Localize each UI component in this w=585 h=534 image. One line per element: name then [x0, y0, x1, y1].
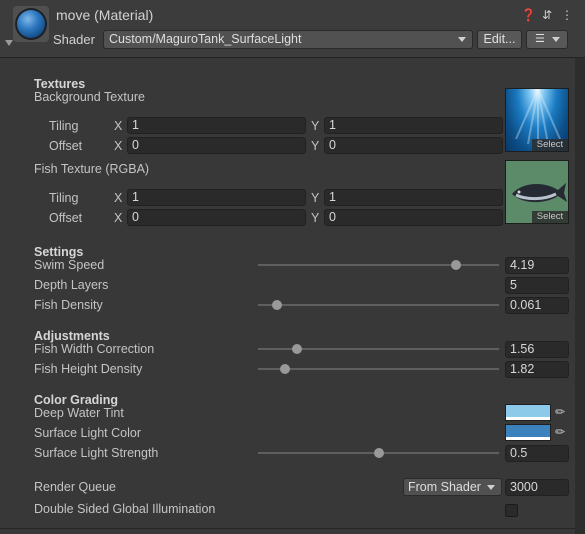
fish-density-label: Fish Density [34, 298, 103, 312]
eyedropper-icon[interactable]: ✏ [551, 404, 569, 421]
bg-tiling-y-field[interactable]: 1 [324, 117, 503, 134]
render-queue-dropdown[interactable]: From Shader [403, 478, 502, 496]
fish-height-density-field[interactable]: 1.82 [505, 361, 569, 378]
chevron-down-icon [552, 37, 560, 42]
double-sided-gi-label: Double Sided Global Illumination [34, 502, 216, 516]
deep-water-tint-color-field[interactable] [505, 404, 551, 421]
chevron-down-icon [487, 485, 495, 490]
surface-light-strength-label: Surface Light Strength [34, 446, 159, 460]
swim-speed-label: Swim Speed [34, 258, 105, 272]
fish-height-density-label: Fish Height Density [34, 362, 143, 376]
surface-light-strength-field[interactable]: 0.5 [505, 445, 569, 462]
material-preview-icon[interactable] [15, 8, 47, 40]
fish-width-correction-label: Fish Width Correction [34, 342, 155, 356]
bg-texture-select-button[interactable]: Select [532, 139, 568, 151]
bg-offset-y-field[interactable]: 0 [324, 137, 503, 154]
bg-tiling-x-field[interactable]: 1 [127, 117, 306, 134]
fish-offset-x-label: X [114, 211, 123, 225]
render-queue-field[interactable]: 3000 [505, 479, 569, 496]
shader-dropdown-value: Custom/MaguroTank_SurfaceLight [109, 32, 302, 46]
depth-layers-label: Depth Layers [34, 278, 109, 292]
list-icon: ☰ [535, 33, 545, 45]
fish-width-correction-slider-thumb[interactable] [291, 344, 302, 354]
settings-section-title: Settings [34, 245, 84, 259]
surface-light-strength-slider-thumb[interactable] [373, 448, 384, 458]
background-texture-label: Background Texture [34, 90, 145, 104]
alpha-bar [506, 417, 550, 420]
fish-width-correction-field[interactable]: 1.56 [505, 341, 569, 358]
kebab-menu-icon[interactable]: ⋮ [561, 8, 573, 22]
bg-offset-x-field[interactable]: 0 [127, 137, 306, 154]
double-sided-gi-checkbox[interactable] [505, 504, 518, 517]
fish-density-slider-thumb[interactable] [272, 300, 283, 310]
shader-label: Shader [53, 32, 95, 47]
textures-section-title: Textures [34, 77, 86, 91]
bg-tiling-y-label: Y [311, 119, 320, 133]
chevron-down-icon [458, 37, 466, 42]
render-queue-mode: From Shader [408, 480, 481, 494]
surface-light-color-field[interactable] [505, 424, 551, 441]
swim-speed-field[interactable]: 4.19 [505, 257, 569, 274]
fish-density-slider-track[interactable] [258, 304, 499, 306]
fish-texture-select-button[interactable]: Select [532, 211, 568, 223]
material-title: move (Material) [56, 7, 154, 23]
fish-height-density-slider-thumb[interactable] [279, 364, 290, 374]
preset-icon[interactable]: ⇵ [541, 8, 553, 22]
divider [0, 528, 575, 529]
fish-tiling-label: Tiling [49, 191, 79, 205]
fish-offset-y-label: Y [311, 211, 320, 225]
background-texture-thumbnail[interactable]: Select [505, 88, 569, 152]
adjustments-section-title: Adjustments [34, 329, 110, 343]
scrollbar[interactable] [575, 58, 585, 534]
fish-tiling-y-field[interactable]: 1 [324, 189, 503, 206]
help-icon[interactable]: ❓ [521, 8, 536, 22]
fish-height-density-slider-track[interactable] [258, 368, 499, 370]
edit-shader-button[interactable]: Edit... [477, 30, 522, 49]
bg-offset-y-label: Y [311, 139, 320, 153]
fish-tiling-y-label: Y [311, 191, 320, 205]
material-header: move (Material) ❓ ⇵ ⋮ Shader Custom/Magu… [0, 0, 585, 58]
fish-texture-thumbnail[interactable]: Select [505, 160, 569, 224]
header-icons: ❓ ⇵ ⋮ [521, 8, 573, 22]
bg-tiling-x-label: X [114, 119, 123, 133]
fish-texture-label: Fish Texture (RGBA) [34, 162, 150, 176]
shader-list-button[interactable]: ☰ [526, 30, 568, 49]
deep-water-tint-label: Deep Water Tint [34, 406, 124, 420]
eyedropper-icon[interactable]: ✏ [551, 424, 569, 441]
bg-offset-label: Offset [49, 139, 83, 153]
surface-light-color-label: Surface Light Color [34, 426, 142, 440]
bg-tiling-label: Tiling [49, 119, 79, 133]
swim-speed-slider-track[interactable] [258, 264, 499, 266]
color-grading-section-title: Color Grading [34, 393, 119, 407]
bg-offset-x-label: X [114, 139, 123, 153]
fish-offset-label: Offset [49, 211, 83, 225]
foldout-arrow-icon[interactable] [5, 40, 13, 46]
fish-offset-x-field[interactable]: 0 [127, 209, 306, 226]
depth-layers-field[interactable]: 5 [505, 277, 569, 294]
swim-speed-slider-thumb[interactable] [450, 260, 461, 270]
shader-dropdown[interactable]: Custom/MaguroTank_SurfaceLight [103, 30, 473, 49]
fish-tiling-x-field[interactable]: 1 [127, 189, 306, 206]
fish-density-field[interactable]: 0.061 [505, 297, 569, 314]
fish-offset-y-field[interactable]: 0 [324, 209, 503, 226]
alpha-bar [506, 437, 550, 440]
render-queue-label: Render Queue [34, 480, 117, 494]
fish-tiling-x-label: X [114, 191, 123, 205]
